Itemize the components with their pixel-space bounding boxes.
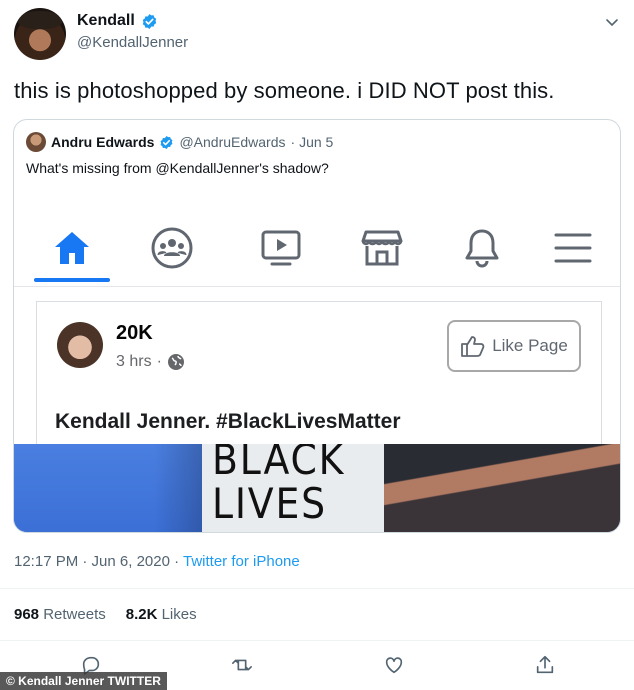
sign-line-2: LIVES [212,479,327,528]
facebook-nav-bar [14,208,620,286]
facebook-screenshot: 20K 3 hrs · Like Page Kendall Jenner. #B… [14,208,620,532]
retweets-stat[interactable]: 968 Retweets [14,606,106,623]
quote-text: What's missing from @KendallJenner's sha… [26,160,329,176]
post-photo: BLACK LIVES [14,444,620,532]
quote-header: Andru Edwards @AndruEdwards · Jun 5 [26,132,333,152]
marketplace-icon [355,226,409,270]
tweet-timestamp[interactable]: 12:17 PM · Jun 6, 2020 · [14,553,183,570]
bell-icon [455,226,509,270]
quote-display-name: Andru Edwards [51,134,155,150]
retweets-count: 968 [14,606,40,623]
nav-divider [14,286,620,287]
globe-icon [167,354,184,370]
post-caption: Kendall Jenner. #BlackLivesMatter [55,410,401,433]
tweet-text: this is photoshopped by someone. i DID N… [14,78,555,103]
display-name[interactable]: Kendall [77,12,135,30]
thumbs-up-icon [461,336,485,357]
quote-handle: @AndruEdwards [179,134,286,150]
avatar[interactable] [14,8,66,60]
like-icon[interactable] [383,654,405,676]
tweet-stats: 968 Retweets 8.2K Likes [14,606,197,623]
likes-count: 8.2K [125,606,158,623]
meta-separator: · [156,353,162,370]
image-credit-watermark: © Kendall Jenner TWITTER [0,672,167,690]
sign-line-1: BLACK [212,444,346,484]
share-icon[interactable] [534,654,556,676]
protest-sign: BLACK LIVES [202,444,384,532]
protest-sign-text: BLACK LIVES [212,444,345,526]
menu-icon [546,226,600,270]
divider [0,640,634,641]
author-handle[interactable]: @KendallJenner [77,34,188,51]
like-page-button: Like Page [447,320,581,372]
groups-icon [145,226,199,270]
post-time: 3 hrs [116,353,152,370]
active-tab-indicator [34,278,110,282]
quote-date: · Jun 5 [290,134,334,150]
author-name-row: Kendall [77,12,158,30]
like-page-label: Like Page [492,336,568,355]
facebook-post: 20K 3 hrs · Like Page Kendall Jenner. #B… [36,301,602,456]
quote-avatar [26,132,46,152]
page-like-count: 20K [116,322,153,344]
tweet-header: Kendall @KendallJenner [14,8,620,64]
post-meta: 3 hrs · [116,353,185,371]
likes-label: Likes [161,606,197,623]
tweet-timestamp-row: 12:17 PM · Jun 6, 2020 · Twitter for iPh… [14,553,300,570]
home-icon [45,226,99,270]
retweet-icon[interactable] [231,654,253,676]
quote-tweet-card[interactable]: Andru Edwards @AndruEdwards · Jun 5 What… [13,119,621,533]
chevron-down-icon[interactable] [604,14,620,30]
tweet-source-link[interactable]: Twitter for iPhone [183,553,300,570]
retweets-label: Retweets [43,606,106,623]
verified-icon [161,135,173,149]
watch-icon [254,226,308,270]
page-avatar [57,322,103,368]
verified-icon [142,13,157,29]
divider [0,588,634,589]
likes-stat[interactable]: 8.2K Likes [126,606,197,623]
photo-background [384,444,620,532]
